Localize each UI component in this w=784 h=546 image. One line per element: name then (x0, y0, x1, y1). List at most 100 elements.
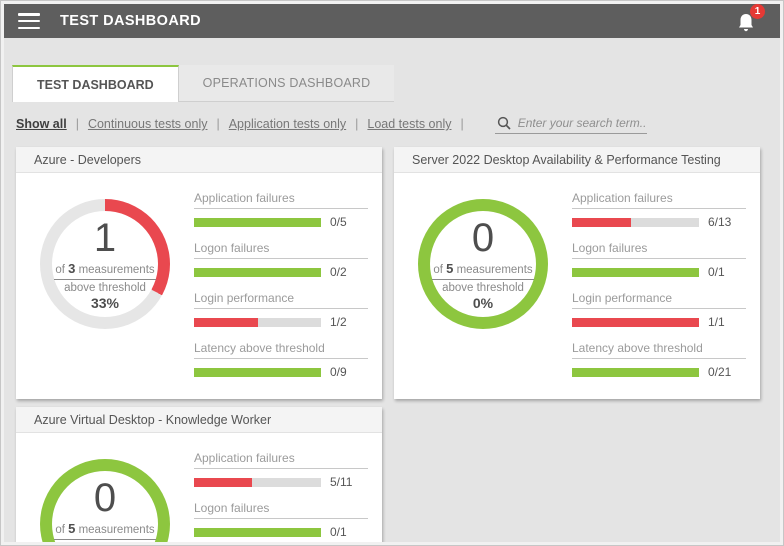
metric-row: 5/11 (194, 475, 368, 489)
metric-bar-fill (194, 368, 321, 377)
dashboard-card[interactable]: Azure - Developers 1 of 3 measurements a… (16, 147, 382, 399)
metric-value: 0/1 (330, 525, 368, 539)
metric-value: 0/1 (708, 265, 746, 279)
metric-bar-fill (194, 528, 321, 537)
metric-bar-fill (194, 478, 252, 487)
search-icon (497, 116, 511, 130)
card-body: 1 of 3 measurements above threshold 33% … (16, 173, 382, 399)
filter-load-tests[interactable]: Load tests only (367, 117, 451, 131)
metric-row: 0/2 (194, 265, 368, 279)
filter-show-all[interactable]: Show all (16, 117, 67, 131)
metric-value: 0/21 (708, 365, 746, 379)
metric-value: 6/13 (708, 215, 746, 229)
metric-label: Logon failures (194, 501, 368, 519)
metric-item: Logon failures 0/1 (572, 241, 746, 279)
metric-bar-track (572, 368, 699, 377)
gauge-of-label: of (55, 524, 65, 536)
metric-bar-track (194, 318, 321, 327)
metric-bar-track (194, 218, 321, 227)
dashboard-card[interactable]: Server 2022 Desktop Availability & Perfo… (394, 147, 760, 399)
metric-bar-fill (194, 318, 258, 327)
gauge-center: 1 of 3 measurements above threshold 33% (52, 211, 158, 317)
gauge-ring: 0 of 5 measurements above threshold 0% (418, 199, 548, 329)
metric-row: 6/13 (572, 215, 746, 229)
metric-label: Application failures (194, 191, 368, 209)
gauge-ring: 1 of 3 measurements above threshold 33% (40, 199, 170, 329)
metric-bar-fill (572, 218, 631, 227)
filter-separator: | (216, 117, 219, 131)
metrics-list: Application failures 0/5 Logon failures … (194, 191, 368, 379)
metric-label: Logon failures (572, 241, 746, 259)
metric-row: 0/9 (194, 365, 368, 379)
metric-item: Latency above threshold 0/9 (194, 341, 368, 379)
gauge-count: 1 (94, 218, 116, 258)
metric-value: 0/9 (330, 365, 368, 379)
gauge-threshold-label: above threshold (64, 542, 146, 543)
content-area: TEST DASHBOARD OPERATIONS DASHBOARD Show… (4, 38, 780, 542)
metric-item: Application failures 0/5 (194, 191, 368, 229)
gauge-divider (54, 539, 156, 540)
gauge-of-line: of 5 measurements (55, 521, 154, 536)
metric-item: Logon failures 0/2 (194, 241, 368, 279)
filter-application-tests[interactable]: Application tests only (229, 117, 346, 131)
metric-item: Latency above threshold 0/21 (572, 341, 746, 379)
metric-bar-track (572, 218, 699, 227)
gauge-percent: 33% (91, 295, 119, 311)
gauge-divider (432, 279, 534, 280)
gauge-center: 0 of 5 measurements above threshold 0% (430, 211, 536, 317)
gauge-percent: 0% (473, 295, 493, 311)
metric-label: Latency above threshold (194, 341, 368, 359)
gauge-of-line: of 5 measurements (433, 261, 532, 276)
gauge-of-line: of 3 measurements (55, 261, 154, 276)
notification-badge: 1 (750, 4, 765, 19)
app-window: TEST DASHBOARD 1 TEST DASHBOARD OPERATIO… (0, 0, 784, 546)
metric-bar-fill (572, 318, 699, 327)
metric-bar-fill (572, 268, 699, 277)
filter-continuous-tests[interactable]: Continuous tests only (88, 117, 208, 131)
notifications-button[interactable]: 1 (734, 8, 760, 34)
app-bar: TEST DASHBOARD 1 (4, 4, 780, 38)
card-title: Azure Virtual Desktop - Knowledge Worker (16, 407, 382, 433)
gauge-measurements-label: measurements (79, 524, 155, 536)
dashboard-card[interactable]: Azure Virtual Desktop - Knowledge Worker… (16, 407, 382, 542)
metric-row: 0/1 (194, 525, 368, 539)
card-title: Azure - Developers (16, 147, 382, 173)
filter-separator: | (76, 117, 79, 131)
metric-row: 1/2 (194, 315, 368, 329)
metric-value: 0/2 (330, 265, 368, 279)
gauge-measurements-label: measurements (457, 264, 533, 276)
metric-bar-track (194, 368, 321, 377)
metric-label: Login performance (572, 291, 746, 309)
metric-item: Application failures 5/11 (194, 451, 368, 489)
search-box (495, 114, 647, 134)
menu-icon[interactable] (18, 13, 40, 29)
gauge-total: 5 (446, 261, 453, 276)
metric-bar-track (572, 268, 699, 277)
metric-item: Logon failures 0/1 (194, 501, 368, 539)
cards-grid: Azure - Developers 1 of 3 measurements a… (16, 147, 770, 542)
card-body: 0 of 5 measurements above threshold 0% A… (394, 173, 760, 399)
gauge-count: 0 (472, 218, 494, 258)
metric-label: Application failures (194, 451, 368, 469)
card-body: 0 of 5 measurements above threshold 0% A… (16, 433, 382, 542)
metrics-list: Application failures 6/13 Logon failures… (572, 191, 746, 379)
tab-test-dashboard[interactable]: TEST DASHBOARD (12, 65, 179, 102)
tab-bar: TEST DASHBOARD OPERATIONS DASHBOARD (12, 65, 780, 102)
gauge-ring: 0 of 5 measurements above threshold 0% (40, 459, 170, 542)
metric-bar-track (572, 318, 699, 327)
metric-value: 5/11 (330, 475, 368, 489)
metric-label: Application failures (572, 191, 746, 209)
search-input[interactable] (518, 116, 645, 130)
metrics-list: Application failures 5/11 Logon failures… (194, 451, 368, 542)
app-title: TEST DASHBOARD (60, 13, 201, 29)
gauge-threshold-label: above threshold (64, 282, 146, 294)
gauge-total: 3 (68, 261, 75, 276)
gauge-of-label: of (433, 264, 443, 276)
metric-label: Latency above threshold (572, 341, 746, 359)
gauge-total: 5 (68, 521, 75, 536)
metric-row: 1/1 (572, 315, 746, 329)
tab-operations-dashboard[interactable]: OPERATIONS DASHBOARD (179, 65, 395, 102)
gauge-count: 0 (94, 478, 116, 518)
metric-bar-track (194, 268, 321, 277)
gauge-measurements-label: measurements (79, 264, 155, 276)
